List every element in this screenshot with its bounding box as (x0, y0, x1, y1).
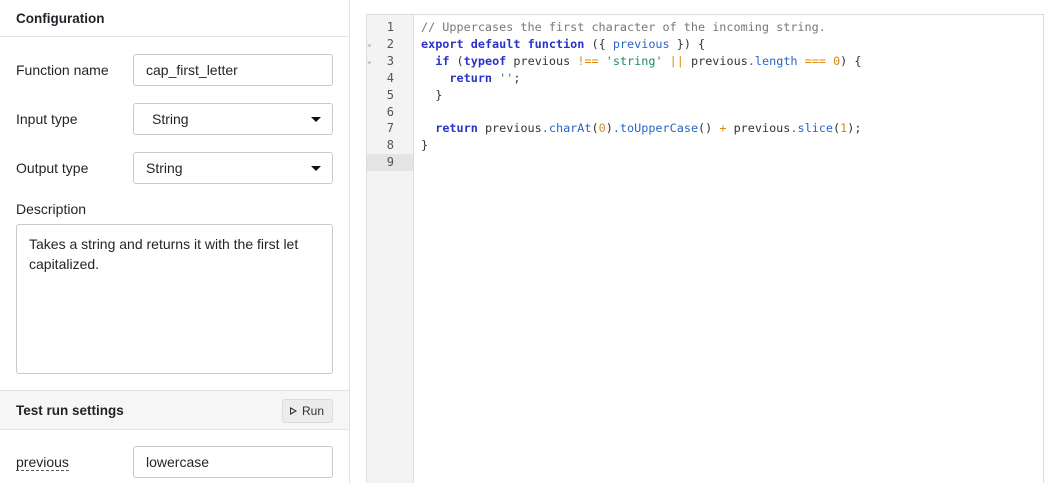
line-number: 4 (367, 70, 413, 87)
description-label: Description (16, 201, 87, 217)
line-number-text: 4 (386, 70, 394, 85)
param-previous-input[interactable]: lowercase (133, 446, 333, 478)
output-type-value: String (146, 160, 183, 176)
chevron-down-icon[interactable]: ⌄ (367, 39, 372, 48)
line-number-text: 1 (386, 20, 394, 34)
line-number-text: 9 (386, 155, 394, 170)
input-type-label: Input type (16, 111, 78, 127)
line-number: 9 (367, 154, 413, 172)
code-line: } (421, 138, 429, 153)
description-textarea[interactable]: Takes a string and returns it with the f… (16, 224, 333, 374)
test-run-settings-title: Test run settings (16, 402, 124, 418)
param-previous-row: previous lowercase (0, 446, 349, 478)
line-number: 7 (367, 120, 413, 137)
configuration-panel: Configuration Function name cap_first_le… (0, 0, 350, 483)
output-type-select[interactable]: String (133, 152, 333, 184)
line-number-text: 5 (386, 87, 394, 102)
run-button-label: Run (301, 404, 324, 418)
code-line: export default function ({ previous }) { (421, 36, 706, 51)
line-number-text: 7 (386, 121, 394, 136)
line-number: 6 (367, 104, 413, 121)
caret-down-icon (311, 166, 321, 171)
code-line: } (421, 87, 443, 102)
function-name-row: Function name cap_first_letter (0, 54, 349, 86)
input-type-value: String (152, 111, 189, 127)
input-type-select[interactable]: String (133, 103, 333, 135)
output-type-row: Output type String (0, 152, 349, 184)
line-number-text: 6 (386, 104, 394, 119)
configuration-header: Configuration (0, 0, 349, 37)
output-type-label: Output type (16, 160, 89, 176)
param-previous-label: previous (16, 454, 69, 471)
caret-down-icon (311, 117, 321, 122)
test-run-settings-header: Test run settings Run (0, 390, 349, 430)
input-type-row: Input type String (0, 103, 349, 135)
chevron-down-icon[interactable]: ⌄ (367, 56, 372, 65)
code-content[interactable]: // Uppercases the first character of the… (421, 19, 861, 171)
run-button[interactable]: Run (281, 399, 333, 423)
param-previous-label-text: previous (16, 454, 69, 471)
code-line: return ''; (449, 70, 521, 85)
code-line: if (typeof previous !== 'string' || prev… (435, 53, 862, 68)
line-number: 8 (367, 137, 413, 154)
function-name-input[interactable]: cap_first_letter (133, 54, 333, 86)
code-line: // Uppercases the first character of the… (421, 20, 826, 34)
line-number: 2 ⌄ (367, 36, 413, 53)
code-editor[interactable]: 1 2 ⌄ 3 ⌄ 4 5 6 7 8 9 // Uppercases the first char… (366, 14, 1044, 483)
line-number: 1 (367, 19, 413, 36)
line-number-text: 3 (386, 53, 394, 68)
code-line: return previous.charAt(0).toUpperCase() … (435, 121, 862, 136)
line-number-text: 8 (386, 138, 394, 153)
line-number: 5 (367, 87, 413, 104)
function-name-label: Function name (16, 62, 109, 78)
line-number-text: 2 (386, 36, 394, 51)
play-icon (289, 407, 297, 415)
editor-gutter: 1 2 ⌄ 3 ⌄ 4 5 6 7 8 9 (367, 15, 414, 483)
line-number: 3 ⌄ (367, 53, 413, 70)
